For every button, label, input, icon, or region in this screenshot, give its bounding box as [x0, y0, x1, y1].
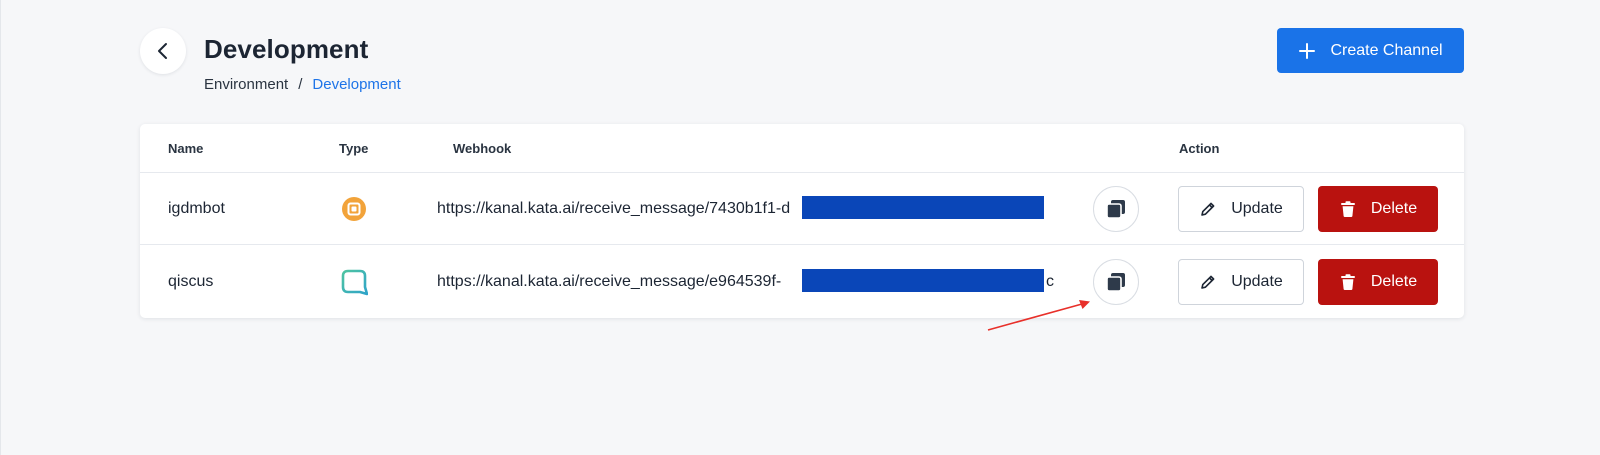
delete-button[interactable]: Delete: [1318, 186, 1438, 232]
webhook-url: https://kanal.kata.ai/receive_message/74…: [437, 200, 791, 217]
table-row: igdmbot https://kanal.kata.ai/receive_me…: [140, 173, 1464, 245]
copy-icon: [1106, 273, 1125, 292]
update-label: Update: [1231, 273, 1283, 290]
redaction-box: [802, 196, 1044, 219]
delete-label: Delete: [1370, 200, 1418, 217]
trash-icon: [1340, 201, 1355, 217]
delete-button[interactable]: Delete: [1318, 259, 1438, 305]
annotation-arrow-icon: [987, 300, 1090, 331]
webhook-url: https://kanal.kata.ai/receive_message/e9…: [437, 273, 782, 290]
column-name: Name: [168, 141, 204, 156]
create-channel-button[interactable]: Create Channel: [1277, 28, 1464, 73]
breadcrumb: Environment / Development: [204, 76, 401, 93]
delete-label: Delete: [1370, 273, 1418, 290]
update-button[interactable]: Update: [1178, 259, 1304, 305]
column-type: Type: [339, 141, 369, 156]
trash-icon: [1340, 274, 1355, 290]
redaction-box: [802, 269, 1044, 292]
table-row: qiscus https://kanal.kata.ai/receive_mes…: [140, 246, 1464, 318]
webhook-url-tail: c: [1046, 273, 1054, 290]
breadcrumb-separator: /: [298, 76, 303, 93]
pencil-icon: [1201, 275, 1215, 289]
instagram-dm-icon: [340, 195, 368, 223]
back-button[interactable]: [140, 28, 186, 74]
copy-webhook-button[interactable]: [1093, 186, 1139, 232]
channel-name: igdmbot: [168, 200, 225, 217]
copy-icon: [1106, 200, 1125, 219]
create-channel-label: Create Channel: [1330, 41, 1443, 59]
channel-name: qiscus: [168, 273, 214, 290]
plus-icon: [1299, 42, 1316, 59]
column-action: Action: [1179, 141, 1220, 156]
update-button[interactable]: Update: [1178, 186, 1304, 232]
column-webhook: Webhook: [453, 141, 512, 156]
table-header: Name Type Webhook Action: [140, 124, 1464, 173]
copy-webhook-button[interactable]: [1093, 259, 1139, 305]
pencil-icon: [1201, 202, 1215, 216]
qiscus-icon: [340, 268, 369, 296]
chevron-left-icon: [158, 43, 167, 59]
page-title: Development: [204, 34, 369, 64]
channels-table: Name Type Webhook Action igdmbot https:/…: [140, 124, 1464, 318]
update-label: Update: [1231, 200, 1283, 217]
breadcrumb-environment[interactable]: Environment: [204, 76, 288, 93]
breadcrumb-development[interactable]: Development: [312, 76, 400, 93]
